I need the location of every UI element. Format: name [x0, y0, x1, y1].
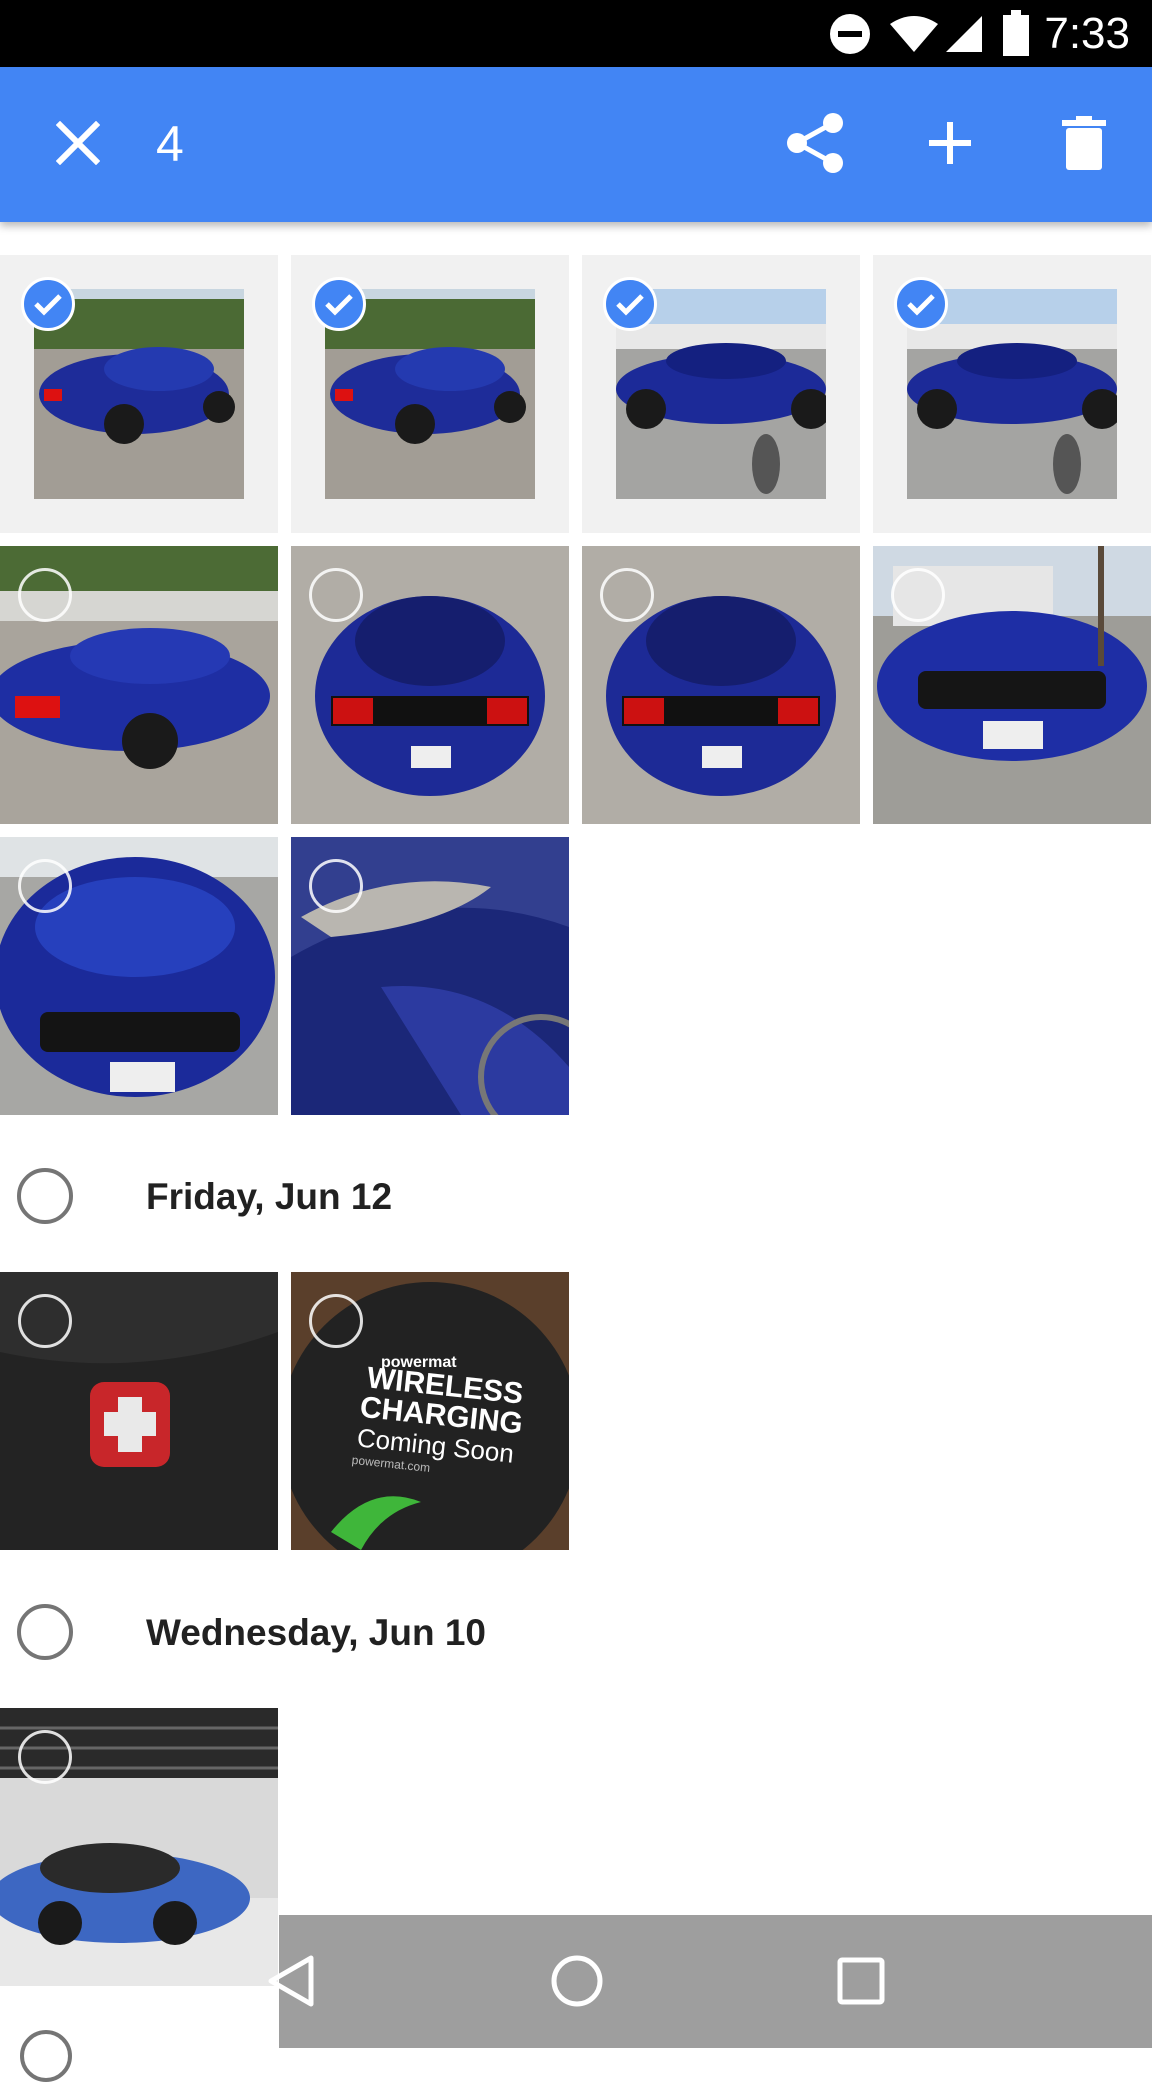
navigation-bar — [268, 1915, 1152, 2048]
wifi-icon — [888, 14, 940, 59]
select-circle-icon[interactable] — [18, 1294, 72, 1348]
selected-check-icon[interactable] — [603, 277, 657, 331]
selected-check-icon[interactable] — [894, 277, 948, 331]
battery-icon — [1003, 10, 1029, 61]
photo-thumbnail[interactable] — [0, 1708, 278, 1986]
select-circle-icon[interactable] — [18, 1730, 72, 1784]
select-day-circle-icon[interactable] — [17, 1168, 73, 1224]
clock: 7:33 — [1044, 9, 1130, 58]
close-icon — [55, 120, 101, 170]
share-icon — [786, 112, 846, 179]
date-header: Friday, Jun 12 — [0, 1138, 1152, 1248]
photo-thumbnail[interactable] — [873, 546, 1151, 824]
photo-thumbnail[interactable] — [291, 837, 569, 1115]
home-icon — [550, 1954, 604, 2013]
back-button[interactable] — [251, 1943, 331, 2023]
selection-action-bar: 4 — [0, 67, 1152, 222]
photo-thumbnail-selected[interactable] — [0, 255, 278, 533]
add-icon — [927, 120, 973, 171]
selected-count: 4 — [156, 116, 184, 172]
delete-icon — [1062, 115, 1106, 175]
delete-button[interactable] — [1048, 109, 1120, 181]
photo-thumbnail[interactable] — [0, 546, 278, 824]
do-not-disturb-icon — [828, 12, 872, 61]
date-label: Wednesday, Jun 10 — [146, 1612, 486, 1653]
photo-thumbnail-selected[interactable] — [291, 255, 569, 533]
recents-icon — [837, 1957, 885, 2010]
select-circle-icon[interactable] — [309, 859, 363, 913]
selected-check-icon[interactable] — [312, 277, 366, 331]
select-day-circle-icon[interactable] — [20, 2030, 72, 2082]
date-label: Friday, Jun 12 — [146, 1176, 393, 1217]
add-to-album-button[interactable] — [914, 109, 986, 181]
photo-thumbnail[interactable] — [0, 837, 278, 1115]
selected-check-icon[interactable] — [21, 277, 75, 331]
select-circle-icon[interactable] — [891, 568, 945, 622]
select-circle-icon[interactable] — [309, 1294, 363, 1348]
select-circle-icon[interactable] — [18, 568, 72, 622]
close-selection-button[interactable] — [42, 109, 114, 181]
select-day-circle-icon[interactable] — [17, 1604, 73, 1660]
signal-icon — [944, 14, 984, 59]
photo-thumbnail[interactable] — [582, 546, 860, 824]
back-icon — [266, 1954, 316, 2013]
status-bar: 7:33 — [0, 0, 1152, 67]
select-circle-icon[interactable] — [309, 568, 363, 622]
photo-thumbnail[interactable] — [0, 1272, 278, 1550]
photo-thumbnail[interactable] — [291, 546, 569, 824]
recents-button[interactable] — [821, 1943, 901, 2023]
date-header: Wednesday, Jun 10 — [0, 1574, 1152, 1684]
home-button[interactable] — [537, 1943, 617, 2023]
select-circle-icon[interactable] — [18, 859, 72, 913]
photo-thumbnail-selected[interactable] — [873, 255, 1151, 533]
photo-thumbnail-selected[interactable] — [582, 255, 860, 533]
share-button[interactable] — [780, 109, 852, 181]
photo-thumbnail[interactable]: powermat WIRELESS CHARGING Coming Soon p… — [291, 1272, 569, 1550]
select-circle-icon[interactable] — [600, 568, 654, 622]
